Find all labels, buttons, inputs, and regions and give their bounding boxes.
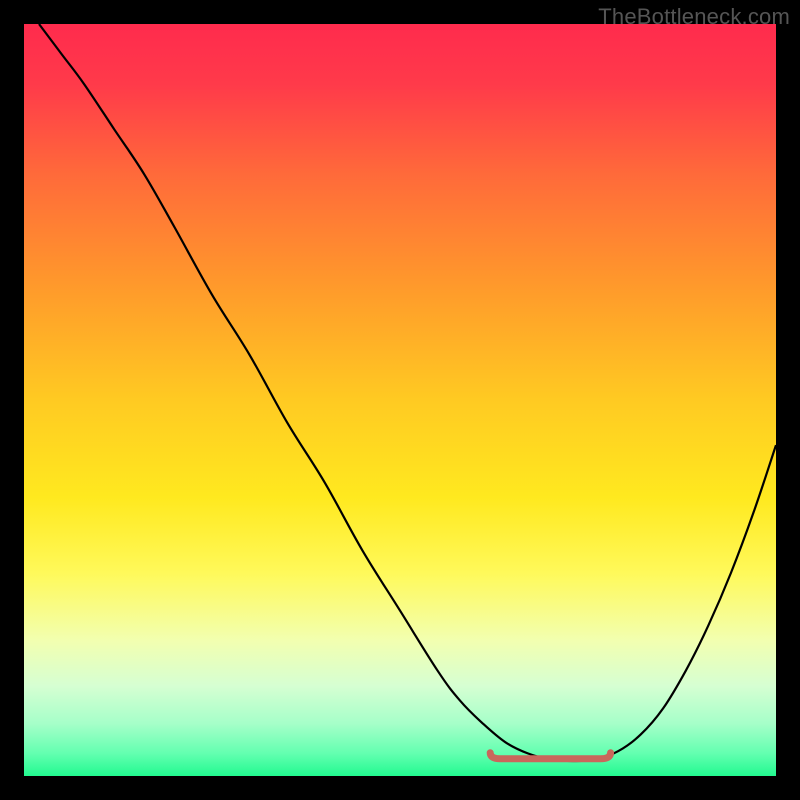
gradient-background xyxy=(24,24,776,776)
plot-svg xyxy=(24,24,776,776)
chart-stage: TheBottleneck.com xyxy=(0,0,800,800)
watermark-text: TheBottleneck.com xyxy=(598,4,790,30)
plot-area xyxy=(24,24,776,776)
